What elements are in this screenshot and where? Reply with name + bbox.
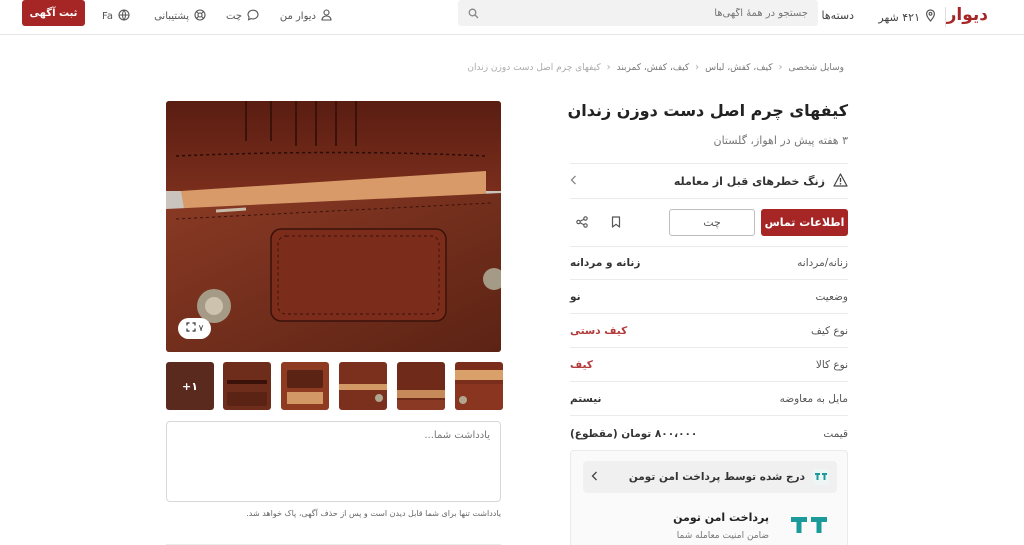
chevron-left-icon: [591, 471, 598, 484]
search-icon[interactable]: [468, 4, 479, 23]
search-input[interactable]: [479, 7, 808, 19]
safety-alert-label: زنگ خطرهای قبل از معامله: [673, 174, 825, 188]
safety-alert-row[interactable]: زنگ خطرهای قبل از معامله: [570, 164, 848, 198]
attribute-row-price: قیمت ۸۰۰،۰۰۰ تومان (مقطوع): [570, 417, 848, 450]
share-icon[interactable]: [572, 212, 592, 232]
chevron-left-icon: ‹: [695, 62, 700, 73]
tooman-subtitle: ضامن امنیت معامله شما: [676, 531, 769, 541]
chat-label: چت: [225, 11, 242, 22]
attribute-key: زنانه/مردانه: [797, 257, 848, 269]
chevron-left-icon: [570, 174, 577, 188]
my-divar-link[interactable]: دیوار من: [280, 9, 332, 24]
attribute-key: قیمت: [823, 427, 848, 440]
divar-logo[interactable]: دیوار: [947, 5, 988, 25]
warning-icon: [833, 172, 848, 190]
top-bar: دیوار ۴۲۱ شهر دسته‌ها دیوار من چت: [0, 0, 1024, 35]
attribute-row-condition: وضعیت نو: [570, 281, 848, 314]
support-link[interactable]: پشتیبانی: [154, 9, 206, 24]
contact-info-button[interactable]: اطلاعات تماس: [761, 209, 848, 236]
note-textarea[interactable]: [166, 421, 501, 502]
language-label: Fa: [102, 11, 113, 22]
attribute-value: نو: [570, 291, 581, 303]
bookmark-icon[interactable]: [606, 212, 626, 232]
globe-icon: [118, 9, 130, 24]
thumbnail[interactable]: [339, 362, 387, 410]
thumbnail[interactable]: [223, 362, 271, 410]
language-switch[interactable]: Fa: [102, 9, 130, 24]
attribute-value: نیستم: [570, 393, 602, 405]
breadcrumb-item[interactable]: وسایل شخصی: [789, 63, 844, 73]
attribute-key: نوع کالا: [815, 359, 848, 371]
logo-divider: [945, 7, 946, 27]
attribute-value-link[interactable]: کیف دستی: [570, 325, 627, 337]
ad-subtitle: ۳ هفته پیش در اهواز، گلستان: [713, 134, 848, 147]
tooman-banner-label: درج شده توسط پرداخت امن تومن: [628, 471, 805, 483]
attribute-key: مایل به معاوضه: [779, 393, 848, 405]
divider: [570, 198, 848, 199]
tooman-payment-box: درج شده توسط پرداخت امن تومن پرداخت امن …: [570, 450, 848, 545]
thumbnail-more[interactable]: +۱: [166, 362, 214, 410]
attribute-value: زنانه و مردانه: [570, 257, 641, 269]
breadcrumb-current: کیفهای چرم اصل دست دوزن زندان: [467, 62, 601, 73]
chevron-left-icon: ‹: [778, 62, 783, 73]
attribute-row-gender: زنانه/مردانه زنانه و مردانه: [570, 247, 848, 280]
attribute-row-item-type: نوع کالا کیف: [570, 349, 848, 382]
thumbnail[interactable]: [397, 362, 445, 410]
gallery-expand-button[interactable]: ۷: [178, 318, 211, 339]
attribute-row-exchange: مایل به معاوضه نیستم: [570, 383, 848, 416]
chat-bubble-icon: [247, 9, 259, 24]
thumbnail[interactable]: [281, 362, 329, 410]
chat-link[interactable]: چت: [226, 9, 259, 24]
main-photo[interactable]: [166, 101, 501, 352]
image-count: ۷: [198, 323, 204, 334]
location-pin-icon: [925, 9, 936, 25]
ad-title: کیفهای چرم اصل دست دوزن زندان: [567, 101, 848, 120]
support-label: پشتیبانی: [154, 11, 189, 22]
more-images-label: +۱: [182, 379, 198, 393]
breadcrumb-item[interactable]: کیف، کفش، کمربند: [617, 63, 690, 73]
attribute-key: وضعیت: [815, 291, 848, 303]
leather-wallet-photo: [166, 101, 501, 352]
city-label: ۴۲۱ شهر: [878, 10, 920, 24]
tooman-banner[interactable]: درج شده توسط پرداخت امن تومن: [583, 461, 837, 493]
search-bar[interactable]: [458, 0, 818, 26]
tooman-title: پرداخت امن تومن: [673, 511, 769, 524]
price-value: ۸۰۰،۰۰۰ تومان (مقطوع): [570, 427, 698, 440]
breadcrumb: وسایل شخصی ‹ کیف، کفش، لباس ‹ کیف، کفش، …: [467, 62, 844, 73]
tooman-logo-icon: [813, 469, 829, 485]
tooman-brand-logo: [791, 517, 827, 533]
thumbnail[interactable]: [455, 362, 503, 410]
chat-button[interactable]: چت: [669, 209, 755, 236]
attribute-value-link[interactable]: کیف: [570, 359, 593, 371]
my-divar-label: دیوار من: [279, 11, 316, 22]
post-ad-button[interactable]: ثبت آگهی: [22, 0, 85, 26]
categories-label: دسته‌ها: [821, 9, 854, 22]
support-icon: [194, 9, 206, 24]
breadcrumb-item[interactable]: کیف، کفش، لباس: [705, 63, 772, 73]
attribute-row-bag-type: نوع کیف کیف دستی: [570, 315, 848, 348]
city-selector[interactable]: ۴۲۱ شهر: [878, 9, 936, 25]
expand-icon: [185, 322, 196, 335]
chevron-left-icon: ‹: [606, 62, 611, 73]
attribute-key: نوع کیف: [811, 325, 848, 337]
note-hint: یادداشت تنها برای شما قابل دیدن است و پس…: [246, 509, 501, 518]
user-icon: [321, 9, 332, 24]
